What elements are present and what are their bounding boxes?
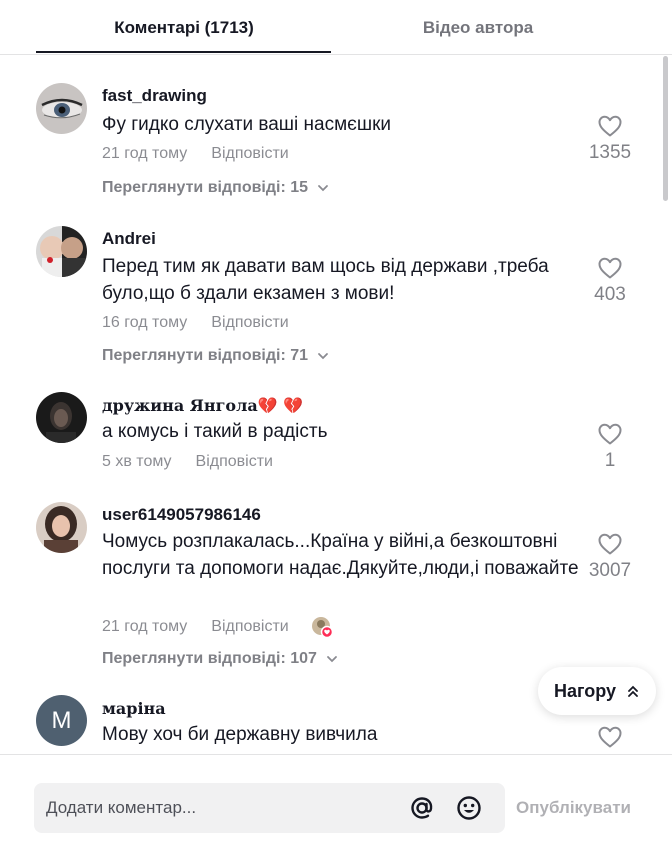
comment-time: 21 год тому xyxy=(102,145,188,162)
chevron-down-icon xyxy=(327,656,337,663)
avatar[interactable] xyxy=(36,502,87,553)
reply-button[interactable]: Відповісти xyxy=(211,145,288,163)
comment-username[interactable]: дружина Янгола💔 💔 xyxy=(102,396,303,415)
creator-liked-badge xyxy=(311,616,333,639)
avatar[interactable] xyxy=(36,83,87,134)
at-icon[interactable] xyxy=(408,794,436,822)
like-count: 403 xyxy=(594,284,626,305)
avatar[interactable] xyxy=(36,392,87,443)
tab-author-videos[interactable]: Відео автора xyxy=(330,18,626,38)
heart-outline-icon xyxy=(598,726,622,748)
comment-input[interactable]: Додати коментар... xyxy=(34,783,505,833)
comment-text: Перед тим як давати вам щось від держави… xyxy=(102,256,549,304)
like-count: 3007 xyxy=(588,560,632,581)
back-to-top-button[interactable]: Нагору xyxy=(538,667,656,715)
view-replies-button[interactable]: Переглянути відповіді: 15 xyxy=(102,179,330,197)
comment-username[interactable]: маріна xyxy=(102,699,166,718)
comment-time: 16 год тому xyxy=(102,314,188,331)
scrollbar-thumb[interactable] xyxy=(663,56,668,201)
tab-comments[interactable]: Коментарі (1713) xyxy=(36,18,332,38)
comment-meta: 21 год тому Відповісти xyxy=(102,145,289,163)
comment-meta: 5 хв тому Відповісти xyxy=(102,453,273,471)
view-replies-label: Переглянути відповіді: 71 xyxy=(102,347,309,364)
heart-outline-icon xyxy=(598,423,622,445)
comment-time: 21 год тому xyxy=(102,618,188,635)
view-replies-button[interactable]: Переглянути відповіді: 71 xyxy=(102,347,330,365)
comment-meta: 16 год тому Відповісти xyxy=(102,314,289,332)
comment-meta: 21 год тому Відповісти xyxy=(102,616,333,639)
comments-list[interactable]: fast_drawing Фу гидко слухати ваші насмє… xyxy=(0,56,672,754)
comment-composer: Додати коментар... Опублікувати xyxy=(0,754,672,852)
double-chevron-up-icon xyxy=(628,685,638,697)
avatar[interactable]: M xyxy=(36,695,87,746)
comment-username[interactable]: Andrei xyxy=(102,229,156,249)
like-button[interactable]: 1 xyxy=(570,422,650,472)
comment-text: Мову хоч би державну вивчила xyxy=(102,724,378,745)
heart-outline-icon xyxy=(598,257,622,279)
heart-outline-icon xyxy=(598,533,622,555)
view-replies-label: Переглянути відповіді: 15 xyxy=(102,179,309,196)
chevron-down-icon xyxy=(318,353,328,360)
comment-input-placeholder: Додати коментар... xyxy=(46,798,197,817)
active-tab-indicator xyxy=(36,51,331,53)
chevron-down-icon xyxy=(318,185,328,192)
comment-username[interactable]: fast_drawing xyxy=(102,86,207,106)
tab-bar: Коментарі (1713) Відео автора xyxy=(0,0,672,55)
like-count: 1 xyxy=(604,450,616,471)
comment-text: а комусь і такий в радість xyxy=(102,421,328,442)
reply-button[interactable]: Відповісти xyxy=(211,618,288,636)
heart-outline-icon xyxy=(598,115,622,137)
like-button[interactable]: 1355 xyxy=(570,114,650,164)
reply-button[interactable]: Відповісти xyxy=(211,314,288,332)
smiley-icon[interactable] xyxy=(455,794,483,822)
comment-text: Чомусь розплакалась...Країна у війні,а б… xyxy=(102,531,579,579)
comment-text: Фу гидко слухати ваші насмєшки xyxy=(102,114,392,135)
like-button[interactable]: 3007 xyxy=(570,532,650,582)
comment-username[interactable]: user6149057986146 xyxy=(102,505,261,525)
view-replies-button[interactable]: Переглянути відповіді: 107 xyxy=(102,650,339,668)
view-replies-label: Переглянути відповіді: 107 xyxy=(102,650,317,667)
post-button[interactable]: Опублікувати xyxy=(516,798,631,818)
reply-button[interactable]: Відповісти xyxy=(196,453,273,471)
avatar-letter: M xyxy=(51,706,72,734)
avatar[interactable] xyxy=(36,226,87,277)
comment-time: 5 хв тому xyxy=(102,453,172,470)
like-button[interactable] xyxy=(570,725,650,749)
back-to-top-label: Нагору xyxy=(553,680,617,701)
like-button[interactable]: 403 xyxy=(570,256,650,306)
like-count: 1355 xyxy=(588,142,632,163)
